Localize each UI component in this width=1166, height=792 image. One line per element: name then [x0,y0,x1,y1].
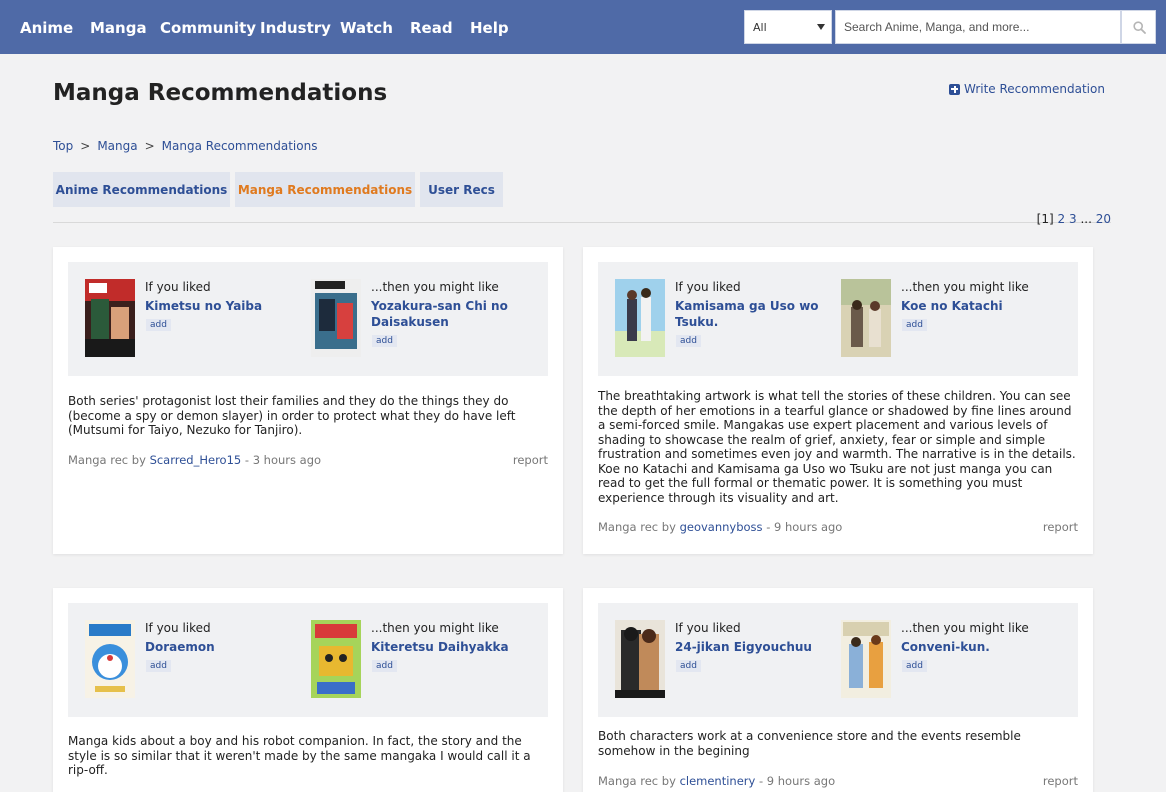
pagination: [1] 2 3 ... 20 [1037,212,1111,226]
recommendation-pair: If you liked Kamisama ga Uso wo Tsuku. a… [598,262,1078,376]
add-button[interactable]: add [146,660,171,672]
rec-by-label: Manga rec by [68,453,146,467]
nav-manga[interactable]: Manga [90,19,147,37]
rec-by-label: Manga rec by [598,520,676,534]
nav-read[interactable]: Read [410,19,453,37]
breadcrumb-top[interactable]: Top [53,139,73,153]
if-you-liked-label: If you liked [145,280,211,294]
like-title-link[interactable]: Kiteretsu Daihyakka [371,639,521,655]
then-you-might-like-label: ...then you might like [371,621,499,635]
recommendation-text: Both characters work at a convenience st… [598,729,1021,758]
recommendation-pair: If you liked Doraemon add ...then you mi… [68,603,548,717]
recommendation-card: If you liked Kimetsu no Yaiba add ...the… [53,247,563,554]
add-button[interactable]: add [902,319,927,331]
breadcrumb-manga[interactable]: Manga [97,139,137,153]
add-button[interactable]: add [902,660,927,672]
if-you-liked-label: If you liked [145,621,211,635]
manga-cover-image[interactable] [841,279,891,357]
tab-divider [53,222,1111,223]
nav-anime[interactable]: Anime [20,19,73,37]
like-title-link[interactable]: Koe no Katachi [901,298,1051,314]
rec-author-link[interactable]: clementinery [680,774,756,788]
liked-title-link[interactable]: 24-jikan Eigyouchuu [675,639,820,655]
rec-time: 9 hours ago [774,520,843,534]
nav-industry[interactable]: Industry [260,19,331,37]
top-navbar: Anime Manga Community Industry Watch Rea… [0,0,1166,54]
page-link-last[interactable]: 20 [1096,212,1111,226]
recommendation-text: The breathtaking artwork is what tell th… [598,389,1076,505]
liked-title-link[interactable]: Kimetsu no Yaiba [145,298,285,314]
recommendation-card: If you liked Doraemon add ...then you mi… [53,588,563,792]
rec-author-link[interactable]: Scarred_Hero15 [150,453,242,467]
manga-cover-image[interactable] [85,279,135,357]
breadcrumb-separator: > [80,139,91,153]
if-you-liked-label: If you liked [675,280,741,294]
recommendation-card: If you liked Kamisama ga Uso wo Tsuku. a… [583,247,1093,554]
liked-title-link[interactable]: Kamisama ga Uso wo Tsuku. [675,298,820,330]
like-title-link[interactable]: Conveni-kun. [901,639,1051,655]
add-button[interactable]: add [676,335,701,347]
nav-help[interactable]: Help [470,19,509,37]
report-link[interactable]: report [1043,520,1078,534]
page-link[interactable]: 3 [1069,212,1077,226]
add-button[interactable]: add [372,660,397,672]
tab-anime-recommendations[interactable]: Anime Recommendations [53,172,230,207]
page-ellipsis: ... [1080,212,1092,226]
breadcrumb: Top > Manga > Manga Recommendations [53,139,317,153]
search-button[interactable] [1121,10,1156,44]
report-link[interactable]: report [1043,774,1078,788]
search-category-select[interactable]: All [744,10,832,44]
like-title-link[interactable]: Yozakura-san Chi no Daisakusen [371,298,521,330]
write-recommendation-link[interactable]: Write Recommendation [949,82,1105,96]
then-you-might-like-label: ...then you might like [371,280,499,294]
rec-dash: - [244,453,250,467]
rec-time: 9 hours ago [766,774,836,788]
add-button[interactable]: add [372,335,397,347]
then-you-might-like-label: ...then you might like [901,280,1029,294]
recommendation-card: If you liked 24-jikan Eigyouchuu add ...… [583,588,1093,792]
breadcrumb-separator: > [144,139,155,153]
page-link[interactable]: 2 [1058,212,1066,226]
rec-author-link[interactable]: geovannyboss [680,520,763,534]
plus-square-icon [949,83,960,95]
add-button[interactable]: add [676,660,701,672]
write-recommendation-label: Write Recommendation [964,82,1105,96]
chevron-down-icon [817,24,825,30]
report-link[interactable]: report [513,453,548,467]
manga-cover-image[interactable] [85,620,135,698]
tab-user-recs[interactable]: User Recs [420,172,503,207]
tab-manga-recommendations[interactable]: Manga Recommendations [235,172,415,207]
breadcrumb-manga-recommendations[interactable]: Manga Recommendations [162,139,318,153]
nav-watch[interactable]: Watch [340,19,393,37]
recommendation-text: Manga kids about a boy and his robot com… [68,734,531,777]
rec-time: 3 hours ago [252,453,322,467]
page-current: [1] [1036,212,1054,226]
add-button[interactable]: add [146,319,171,331]
rec-dash: - [766,520,771,534]
recommendation-pair: If you liked 24-jikan Eigyouchuu add ...… [598,603,1078,717]
manga-cover-image[interactable] [311,620,361,698]
recommendation-pair: If you liked Kimetsu no Yaiba add ...the… [68,262,548,376]
page-title: Manga Recommendations [53,80,388,106]
nav-community[interactable]: Community [160,19,256,37]
then-you-might-like-label: ...then you might like [901,621,1029,635]
recommendation-footer: Manga rec by Scarred_Hero15 - 3 hours ag… [68,453,321,467]
recommendation-footer: Manga rec by clementinery - 9 hours ago [598,774,835,788]
manga-cover-image[interactable] [615,620,665,698]
liked-title-link[interactable]: Doraemon [145,639,285,655]
rec-dash: - [758,774,764,788]
recommendation-text: Both series' protagonist lost their fami… [68,394,516,437]
manga-cover-image[interactable] [841,620,891,698]
search-icon [1133,21,1146,34]
recommendation-footer: Manga rec by geovannyboss - 9 hours ago [598,520,842,534]
search-category-value: All [753,21,767,34]
manga-cover-image[interactable] [311,279,361,357]
rec-by-label: Manga rec by [598,774,676,788]
manga-cover-image[interactable] [615,279,665,357]
if-you-liked-label: If you liked [675,621,741,635]
search-input[interactable] [835,10,1121,44]
